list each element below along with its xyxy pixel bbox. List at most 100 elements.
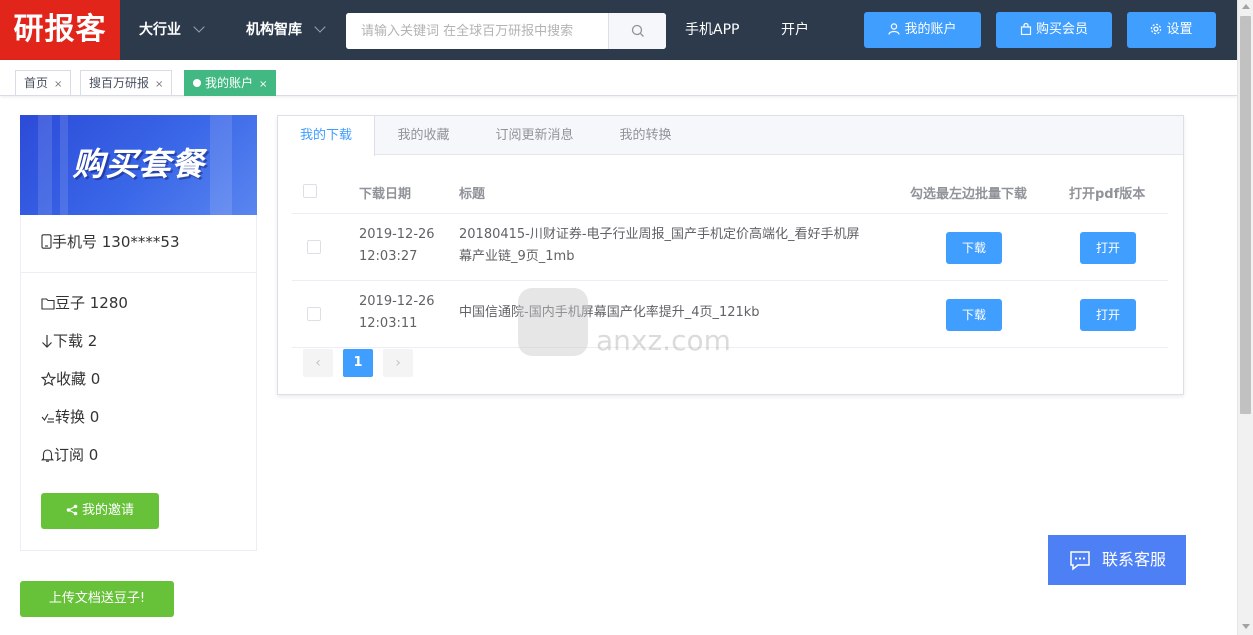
tag-my-account-label: 我的账户 (205, 76, 254, 90)
panel-tab-header: 我的下载 我的收藏 订阅更新消息 我的转换 (278, 116, 1183, 156)
row-date: 2019-12-26 (359, 227, 435, 242)
scroll-down-arrow-icon[interactable] (1242, 624, 1250, 629)
account-info-card: 手机号 130****53 豆子 1280 下载 2 收藏 0 转换 0 订阅 … (20, 215, 257, 551)
my-account-label: 我的账户 (904, 22, 957, 37)
convert-icon (41, 413, 54, 423)
pagination-prev-button[interactable]: ‹ (303, 349, 333, 377)
open-pdf-button[interactable]: 打开 (1080, 299, 1136, 331)
contact-customer-service-label: 联系客服 (1102, 550, 1167, 569)
nav-institution-label: 机构智库 (246, 22, 302, 38)
nav-institution[interactable]: 机构智库 (246, 0, 326, 60)
share-icon (66, 504, 78, 516)
column-header-open-pdf: 打开pdf版本 (1069, 187, 1146, 202)
phone-number: 手机号 130****53 (41, 231, 180, 252)
search-input[interactable] (346, 13, 608, 49)
chat-bubble-icon (1070, 551, 1090, 571)
tag-search-reports[interactable]: 搜百万研报 × (80, 70, 173, 96)
my-account-panel: 我的下载 我的收藏 订阅更新消息 我的转换 下载日期 标题 勾选最左边批量下载 … (277, 115, 1184, 395)
row-checkbox[interactable] (307, 307, 321, 321)
gear-icon (1151, 23, 1162, 35)
tag-home-label: 首页 (24, 76, 49, 90)
phone-number-label: 手机号 130****53 (52, 233, 180, 251)
stat-conversions: 转换 0 (41, 406, 99, 427)
stat-conversions-label: 转换 0 (55, 408, 100, 426)
active-dot-icon (193, 79, 201, 87)
vertical-scrollbar[interactable] (1237, 0, 1253, 635)
banner-title: 购买套餐 (72, 145, 205, 183)
my-account-button[interactable]: 我的账户 (864, 12, 981, 48)
download-button[interactable]: 下载 (946, 232, 1002, 264)
settings-button[interactable]: 设置 (1127, 12, 1216, 48)
row-time: 12:03:27 (359, 249, 418, 264)
shopping-bag-icon (1020, 22, 1032, 36)
row-title[interactable]: 中国信通院-国内手机屏幕国产化率提升_4页_121kb (459, 302, 899, 324)
divider (21, 272, 256, 273)
stat-downloads-label: 下载 2 (53, 332, 98, 350)
divider (292, 347, 1168, 348)
top-header: 研报客 大行业 机构智库 手机APP 开户 我的账户 购买会员 设置 (0, 0, 1237, 60)
buy-member-button[interactable]: 购买会员 (996, 12, 1112, 48)
bell-icon (40, 449, 55, 462)
tab-my-favorites[interactable]: 我的收藏 (375, 116, 472, 155)
row-download-date: 2019-12-26 12:03:27 (359, 224, 435, 268)
tag-my-account[interactable]: 我的账户 × (184, 70, 277, 96)
row-download-date: 2019-12-26 12:03:11 (359, 291, 435, 335)
chevron-down-icon (193, 21, 205, 33)
row-title-line: 幕产业链_9页_1mb (459, 249, 575, 264)
folder-icon (41, 298, 55, 310)
scrollbar-thumb[interactable] (1240, 16, 1251, 414)
stat-favorites-label: 收藏 0 (56, 370, 101, 388)
column-header-title: 标题 (459, 187, 486, 202)
buy-member-label: 购买会员 (1035, 22, 1088, 37)
stat-subscriptions: 订阅 0 (40, 444, 99, 465)
mobile-phone-icon (41, 234, 52, 249)
stat-downloads: 下载 2 (41, 330, 97, 351)
nav-mobile-app[interactable]: 手机APP (685, 0, 739, 60)
row-time: 12:03:11 (359, 316, 418, 331)
tab-subscription-updates[interactable]: 订阅更新消息 (472, 116, 597, 155)
buy-package-banner[interactable]: 购买套餐 (20, 115, 257, 215)
tags-view-bar: 首页 × 搜百万研报 × 我的账户 × (0, 60, 1237, 96)
nav-industry-label: 大行业 (139, 22, 181, 38)
tab-my-conversions[interactable]: 我的转换 (597, 116, 694, 155)
search-button[interactable] (608, 13, 666, 49)
row-title-line: 中国信通院-国内手机屏幕国产化率提升_4页_121kb (459, 305, 760, 320)
search-icon (631, 24, 644, 37)
site-logo[interactable]: 研报客 (0, 0, 120, 60)
chevron-down-icon (314, 21, 326, 33)
open-pdf-button[interactable]: 打开 (1080, 232, 1136, 264)
my-invite-button[interactable]: 我的邀请 (41, 493, 159, 529)
select-all-checkbox[interactable] (303, 184, 317, 198)
star-icon (40, 371, 57, 386)
close-icon[interactable]: × (155, 79, 163, 90)
nav-open-account[interactable]: 开户 (781, 0, 809, 60)
row-title[interactable]: 20180415-川财证券-电子行业周报_国产手机定价高端化_看好手机屏 幕产业… (459, 224, 899, 268)
my-invite-label: 我的邀请 (81, 503, 134, 518)
arrow-down-icon (42, 335, 52, 348)
tag-search-reports-label: 搜百万研报 (89, 76, 150, 90)
pagination-page-1[interactable]: 1 (343, 349, 373, 377)
tag-home[interactable]: 首页 × (15, 70, 72, 96)
upload-document-button[interactable]: 上传文档送豆子! (20, 581, 174, 617)
contact-customer-service-button[interactable]: 联系客服 (1048, 535, 1186, 585)
download-button[interactable]: 下载 (946, 299, 1002, 331)
nav-industry[interactable]: 大行业 (139, 0, 205, 60)
close-icon[interactable]: × (54, 79, 62, 90)
stat-beans-label: 豆子 1280 (55, 294, 128, 312)
search-bar (346, 13, 666, 49)
settings-label: 设置 (1166, 22, 1193, 37)
user-icon (888, 23, 901, 35)
divider (292, 213, 1168, 214)
row-title-line: 20180415-川财证券-电子行业周报_国产手机定价高端化_看好手机屏 (459, 227, 860, 242)
row-checkbox[interactable] (307, 240, 321, 254)
divider (292, 280, 1168, 281)
scroll-up-arrow-icon[interactable] (1242, 4, 1250, 9)
stat-beans: 豆子 1280 (41, 292, 128, 313)
row-date: 2019-12-26 (359, 294, 435, 309)
stat-subscriptions-label: 订阅 0 (54, 446, 99, 464)
tab-my-downloads[interactable]: 我的下载 (278, 116, 375, 156)
column-header-date: 下载日期 (359, 187, 412, 202)
pagination-next-button[interactable]: › (383, 349, 413, 377)
column-header-batch-download: 勾选最左边批量下载 (910, 187, 1028, 202)
close-icon[interactable]: × (259, 79, 267, 90)
